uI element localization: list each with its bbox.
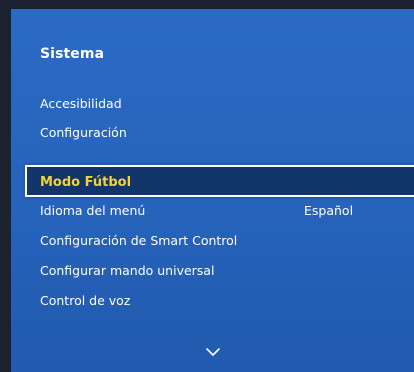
menu-item-accesibilidad[interactable]: Accesibilidad	[40, 96, 122, 111]
screen: Sistema Accesibilidad Configuración Modo…	[0, 0, 414, 372]
menu-item-modo-futbol-label: Modo Fútbol	[40, 175, 132, 190]
menu-item-idioma-value: Español	[304, 203, 354, 218]
menu-item-smart-control[interactable]: Configuración de Smart Control	[40, 233, 237, 248]
menu-item-idioma[interactable]: Idioma del menú	[40, 203, 145, 218]
chevron-down-icon[interactable]	[204, 344, 222, 358]
menu-item-configuracion[interactable]: Configuración	[40, 125, 127, 140]
system-settings-panel: Sistema Accesibilidad Configuración Modo…	[11, 9, 414, 372]
menu-item-modo-futbol[interactable]: Modo Fútbol	[25, 165, 414, 197]
menu-item-mando-universal[interactable]: Configurar mando universal	[40, 263, 214, 278]
menu-item-control-de-voz[interactable]: Control de voz	[40, 293, 130, 308]
panel-title: Sistema	[40, 46, 105, 62]
